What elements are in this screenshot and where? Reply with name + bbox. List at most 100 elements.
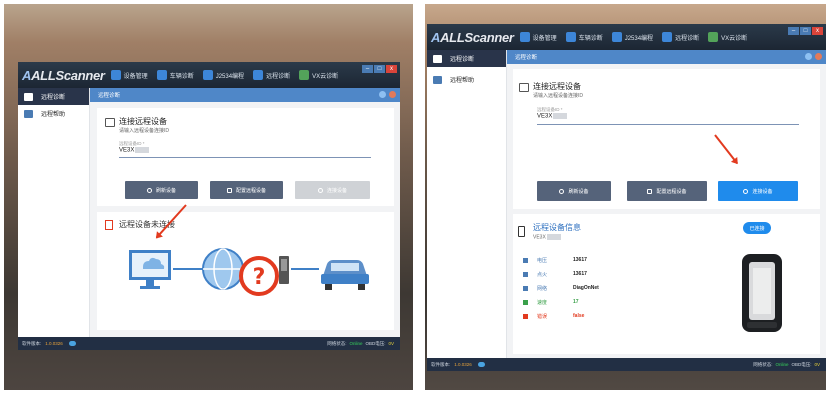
remote-help-icon (433, 75, 442, 84)
menu-device-manage[interactable]: 设备管理 (519, 32, 557, 42)
vehicle-diag-icon (156, 70, 167, 80)
remote-diag-icon (253, 70, 264, 80)
connect-title: 连接远程设备 (533, 82, 581, 91)
network-label: 网络状态: (327, 340, 347, 346)
remote-diag-icon (662, 32, 673, 42)
redacted-id (553, 113, 568, 119)
j2534-icon (202, 70, 213, 80)
config-remote-device-button[interactable]: 配置远程设备 (210, 181, 283, 199)
sidebar: 远程诊断 远程帮助 (427, 50, 507, 358)
minimize-button[interactable]: – (362, 65, 373, 73)
menu-remote-diag[interactable]: 远程诊断 (253, 70, 290, 80)
question-icon: ? (239, 256, 279, 296)
sidebar-item-remote-diag[interactable]: 远程诊断 (18, 88, 89, 105)
maximize-button[interactable]: □ (374, 65, 385, 73)
vx-cloud-icon (299, 70, 310, 80)
network-icon (523, 285, 528, 291)
device-manage-icon (110, 70, 121, 80)
app-logo: AALLScanner (431, 29, 514, 45)
device-info-card: 远程设备信息 VE3X 已连接 电压 13617 点火 13617 网络 DiagOn… (513, 214, 820, 354)
cloud-icon (68, 341, 76, 346)
settings-icon[interactable] (805, 53, 812, 60)
device-id-input[interactable]: VE3X (119, 147, 150, 154)
menu-remote-diag[interactable]: 远程诊断 (662, 32, 699, 42)
settings-icon[interactable] (379, 91, 386, 98)
j2534-icon (611, 32, 622, 42)
network-label: 网络状态: (753, 361, 773, 367)
version-value: 1.0.0326 (45, 341, 63, 346)
info-row-voltage: 电压 13617 (523, 256, 587, 264)
connect-subtitle: 请输入远程设备连接ID (533, 93, 584, 99)
globe-icon (202, 248, 244, 290)
connect-card: 连接远程设备 请输入远程设备连接ID 远程设备ID * VE3X 刷新设备 配置… (513, 69, 820, 209)
input-underline (119, 157, 371, 158)
sidebar-item-remote-help[interactable]: 远程帮助 (18, 105, 89, 122)
maximize-button[interactable]: □ (800, 27, 811, 35)
device-id-input[interactable]: VE3X (537, 113, 568, 120)
window-controls: – □ x (361, 65, 397, 73)
car-icon (321, 260, 369, 290)
refresh-icon (146, 187, 152, 193)
screenshot-left: AALLScanner 设备管理 车辆诊断 J2534编程 远程诊断 VX云诊断… (4, 4, 413, 390)
wifi-icon (523, 299, 528, 305)
disconnected-icon (105, 220, 113, 230)
info-row-ignition: 点火 13617 (523, 270, 587, 278)
menu-vx-cloud[interactable]: VX云诊断 (708, 32, 747, 42)
network-status: Online (775, 361, 789, 367)
refresh-device-button[interactable]: 刷新设备 (125, 181, 198, 199)
info-row-speed: 速度 17 (523, 298, 579, 306)
sidebar-item-remote-help[interactable]: 远程帮助 (427, 71, 506, 88)
content-header: 远程诊断 (90, 88, 400, 102)
version-label: 软件版本: (431, 361, 451, 367)
obd-value: 0V (388, 340, 394, 346)
computer-icon (129, 250, 171, 289)
config-icon (647, 188, 653, 194)
menu-vehicle-diag[interactable]: 车辆诊断 (565, 32, 603, 42)
remote-help-icon (24, 109, 33, 118)
link-icon (743, 188, 749, 194)
status-bar: 软件版本: 1.0.0326 网络状态: Online OBD电压: 0V (18, 337, 400, 350)
menu-j2534[interactable]: J2534编程 (611, 32, 653, 42)
connect-card: 连接远程设备 请输入远程设备连接ID 远程设备ID * VE3X 刷新设备 配置… (97, 108, 394, 206)
info-title: 远程设备信息 (533, 223, 581, 232)
connect-title: 连接远程设备 (119, 117, 167, 126)
refresh-icon (559, 188, 565, 194)
connect-device-button[interactable]: 连接设备 (718, 181, 798, 201)
remote-diag-icon (24, 92, 33, 101)
obd-label: OBD电压: (365, 340, 386, 346)
input-underline (537, 124, 799, 125)
vci-device-icon (279, 256, 289, 284)
monitor-icon (519, 83, 529, 92)
menu-j2534[interactable]: J2534编程 (202, 70, 244, 80)
obd-label: OBD电压: (791, 361, 812, 367)
window-controls: – □ x (787, 27, 823, 35)
menu-vehicle-diag[interactable]: 车辆诊断 (156, 70, 194, 80)
error-icon (523, 313, 528, 319)
screenshot-right: AALLScanner 设备管理 车辆诊断 J2534编程 远程诊断 VX云诊断… (425, 4, 826, 390)
menu-vx-cloud[interactable]: VX云诊断 (299, 70, 338, 80)
sidebar-item-remote-diag[interactable]: 远程诊断 (427, 50, 506, 67)
config-icon (226, 187, 232, 193)
alert-icon[interactable] (389, 91, 396, 98)
app-window: AALLScanner 设备管理 车辆诊断 J2534编程 远程诊断 VX云诊断… (427, 24, 826, 371)
connect-device-button[interactable]: 连接设备 (295, 181, 370, 199)
content-header: 远程诊断 (507, 50, 826, 64)
redacted-id (135, 147, 150, 153)
connected-badge: 已连接 (743, 222, 771, 234)
remote-diag-icon (433, 54, 442, 63)
vehicle-diag-icon (565, 32, 576, 42)
menu-device-manage[interactable]: 设备管理 (110, 70, 148, 80)
close-button[interactable]: x (812, 27, 823, 35)
content-header-title: 远程诊断 (98, 93, 121, 99)
app-logo: AALLScanner (22, 67, 105, 83)
vx-cloud-icon (708, 32, 719, 42)
app-window: AALLScanner 设备管理 车辆诊断 J2534编程 远程诊断 VX云诊断… (18, 62, 400, 350)
device-icon (518, 226, 525, 237)
config-remote-device-button[interactable]: 配置远程设备 (627, 181, 707, 201)
alert-icon[interactable] (815, 53, 822, 60)
minimize-button[interactable]: – (788, 27, 799, 35)
refresh-device-button[interactable]: 刷新设备 (537, 181, 611, 201)
device-manage-icon (519, 32, 530, 42)
close-button[interactable]: x (386, 65, 397, 73)
info-id: VE3X (533, 234, 561, 240)
